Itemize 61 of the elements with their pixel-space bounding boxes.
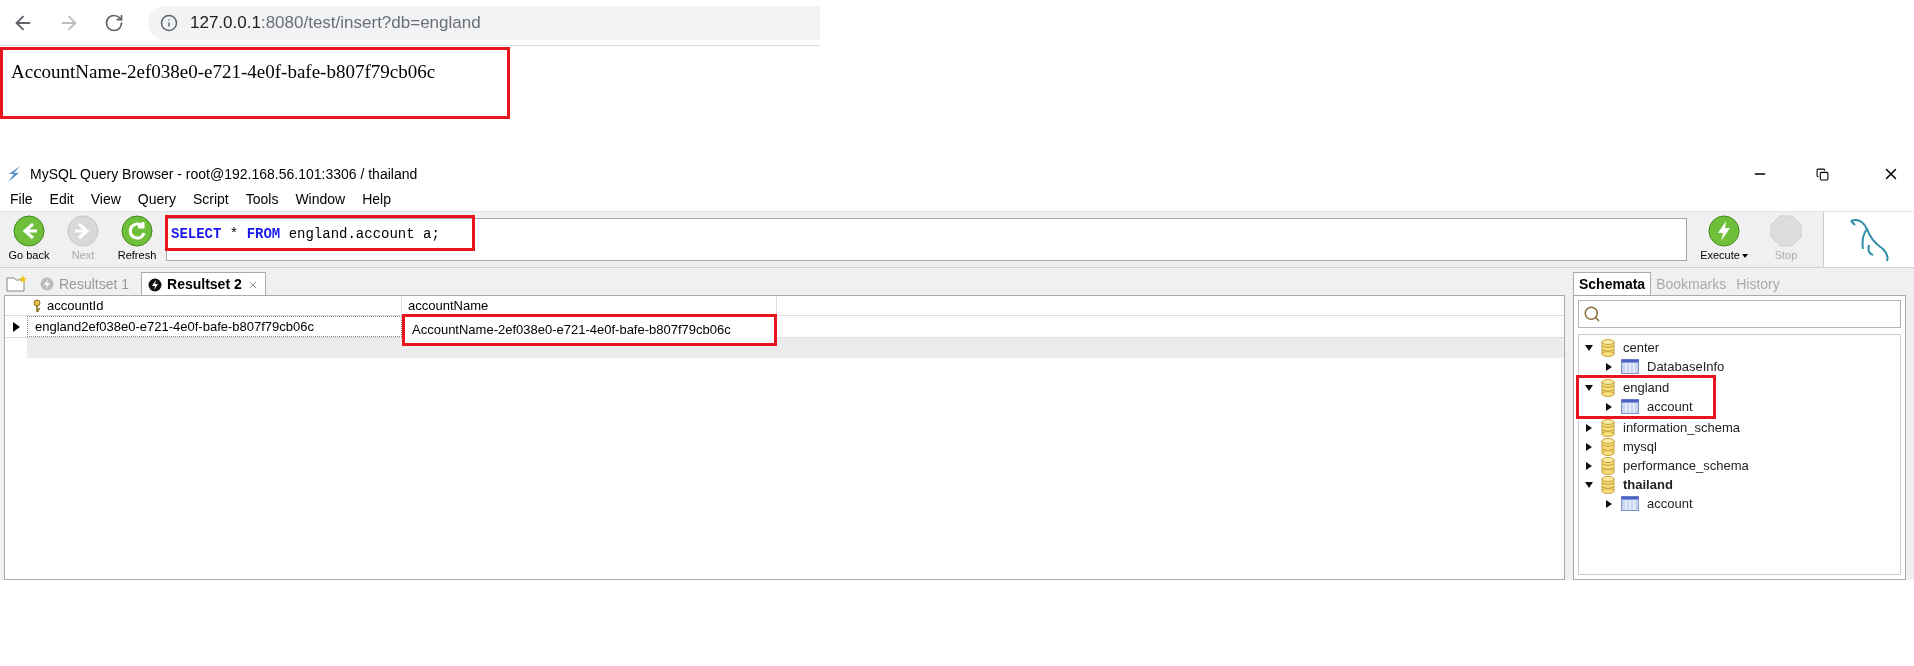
expand-triangle-icon[interactable] <box>1605 402 1613 411</box>
tree-item[interactable]: center <box>1623 337 1660 358</box>
result-tab[interactable]: Resultset 2 <box>141 272 266 296</box>
collapse-triangle-icon[interactable] <box>1585 480 1593 489</box>
database-icon <box>1601 378 1615 397</box>
refresh-icon <box>121 215 153 248</box>
expand-triangle-icon[interactable] <box>1585 461 1593 470</box>
table-cell: AccountName-2ef038e0-e721-4e0f-bafe-b807f79cb06c <box>402 314 777 346</box>
lightning-icon <box>148 277 163 292</box>
panel-tab[interactable]: Schemata <box>1573 272 1652 296</box>
menu-item[interactable]: View <box>90 188 121 210</box>
database-icon <box>1601 418 1615 437</box>
toolbar-button[interactable]: Refresh <box>114 215 160 264</box>
table-icon <box>1621 399 1639 414</box>
lightning-icon <box>1708 215 1740 248</box>
table-icon <box>1621 359 1639 374</box>
tree-item[interactable]: information_schema <box>1623 417 1741 438</box>
table-cell: england2ef038e0-e721-4e0f-bafe-b807f79cb06c <box>27 316 402 337</box>
database-icon <box>1601 437 1615 456</box>
address-bar[interactable]: 127.0.0.1:8080/test/insert?db=england <box>148 5 820 40</box>
toolbar-button[interactable]: Execute <box>1697 215 1751 264</box>
sql-text: SELECT * FROM england.account a; <box>171 226 440 242</box>
reload-icon[interactable] <box>104 12 124 33</box>
tree-item[interactable]: account <box>1647 396 1693 417</box>
collapse-triangle-icon[interactable] <box>1585 383 1593 392</box>
column-header[interactable]: accountId <box>27 296 402 315</box>
database-icon <box>1601 338 1615 357</box>
tree-item[interactable]: performance_schema <box>1623 455 1749 476</box>
url-text: 127.0.0.1:8080/test/insert?db=england <box>190 11 481 34</box>
query-editor[interactable]: SELECT * FROM england.account a; <box>166 218 1687 261</box>
expand-triangle-icon[interactable] <box>1585 423 1593 432</box>
lightning-icon <box>40 277 54 291</box>
key-icon <box>33 298 41 313</box>
tree-item[interactable]: DatabaseInfo <box>1647 356 1725 377</box>
menu-item[interactable]: File <box>10 188 33 210</box>
menu-item[interactable]: Window <box>295 188 346 210</box>
tree-item[interactable]: account <box>1647 493 1693 514</box>
menu-item[interactable]: Query <box>137 188 176 210</box>
table-icon <box>1621 496 1639 511</box>
expand-triangle-icon[interactable] <box>1605 362 1613 371</box>
filter-field[interactable] <box>1578 300 1901 328</box>
restore-icon[interactable] <box>1816 167 1829 181</box>
tree-item[interactable]: thailand <box>1623 474 1673 495</box>
window-title: MySQL Query Browser - root@192.168.56.101:3306 / thailand <box>30 164 418 184</box>
database-icon <box>1601 456 1615 475</box>
search-icon <box>1583 305 1601 323</box>
expand-triangle-icon[interactable] <box>1585 442 1593 451</box>
page-text: AccountName-2ef038e0-e721-4e0f-bafe-b807f79cb06c <box>11 61 436 82</box>
tree-item[interactable]: mysql <box>1623 436 1657 457</box>
database-icon <box>1601 475 1615 494</box>
menu-item[interactable]: Edit <box>49 188 74 210</box>
menu-item[interactable]: Tools <box>245 188 279 210</box>
tree-item[interactable]: england <box>1623 377 1670 398</box>
menu-item[interactable]: Help <box>362 188 391 210</box>
info-icon[interactable] <box>160 13 178 32</box>
menu-item[interactable]: Script <box>192 188 229 210</box>
collapse-triangle-icon[interactable] <box>1585 343 1593 352</box>
expand-triangle-icon[interactable] <box>1605 499 1613 508</box>
stop-sign-icon <box>1770 215 1802 248</box>
toolbar-button[interactable]: Go back <box>6 215 52 264</box>
app-logo-icon <box>6 165 22 183</box>
